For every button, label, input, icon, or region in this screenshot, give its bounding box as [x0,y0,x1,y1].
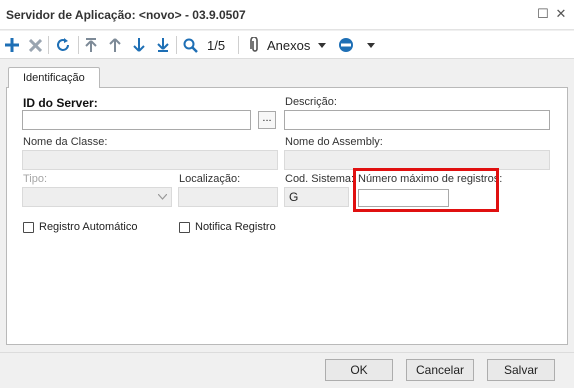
checkbox-box[interactable] [179,221,190,233]
lookup-button[interactable]: ... [258,111,276,129]
attachments-button[interactable]: Anexos [267,38,310,53]
plus-icon[interactable] [3,35,21,55]
chevron-down-icon[interactable] [366,35,376,55]
cancel-button[interactable]: Cancelar [406,359,474,381]
record-position: 1/5 [207,38,226,53]
nome-assembly-label: Nome do Assembly: [285,136,383,148]
window-titlebar: Servidor de Aplicação: <novo> - 03.9.050… [0,0,574,30]
last-record-icon[interactable] [155,35,171,55]
nome-assembly-input[interactable] [284,150,550,170]
id-server-label: ID do Server: [23,96,98,110]
id-server-value[interactable] [27,113,246,127]
tab-identificacao[interactable]: Identificação [8,67,100,88]
cod-sistema-label: Cod. Sistema: [285,173,355,185]
previous-record-icon[interactable] [107,35,123,55]
chevron-down-icon [158,194,167,200]
checkbox-box[interactable] [23,221,34,233]
ok-button[interactable]: OK [325,359,393,381]
localizacao-input[interactable] [178,187,278,207]
chevron-down-icon[interactable] [317,35,327,55]
descricao-value[interactable] [289,113,545,127]
nome-classe-label: Nome da Classe: [23,136,108,148]
delete-icon[interactable] [26,35,44,55]
nome-classe-input[interactable] [22,150,278,170]
registro-automatico-label: Registro Automático [39,221,138,233]
first-record-icon[interactable] [83,35,99,55]
localizacao-label: Localização: [179,173,241,185]
toolbar-separator [176,36,177,54]
highlight-box [353,168,499,212]
link-icon[interactable] [337,35,355,55]
window-title: Servidor de Aplicação: <novo> - 03.9.050… [6,8,246,22]
toolbar-separator [78,36,79,54]
cod-sistema-value: G [289,190,299,204]
notifica-registro-checkbox[interactable]: Notifica Registro [179,221,276,233]
descricao-label: Descrição: [285,96,337,108]
tipo-label: Tipo: [23,173,48,185]
restore-icon[interactable]: ☐ [535,6,551,22]
refresh-icon[interactable] [53,35,73,55]
tipo-select[interactable] [22,187,172,207]
close-icon[interactable]: ✕ [553,6,569,22]
toolbar: 1/5 Anexos [0,31,574,59]
descricao-input[interactable] [284,110,550,130]
save-button[interactable]: Salvar [487,359,555,381]
id-server-input[interactable] [22,110,251,130]
notifica-registro-label: Notifica Registro [195,221,276,233]
search-icon[interactable] [181,35,199,55]
next-record-icon[interactable] [131,35,147,55]
tab-label: Identificação [23,72,85,84]
paperclip-icon[interactable] [248,35,262,55]
registro-automatico-checkbox[interactable]: Registro Automático [23,221,137,233]
toolbar-separator [238,36,239,54]
toolbar-separator [48,36,49,54]
cod-sistema-input[interactable]: G [284,187,349,207]
